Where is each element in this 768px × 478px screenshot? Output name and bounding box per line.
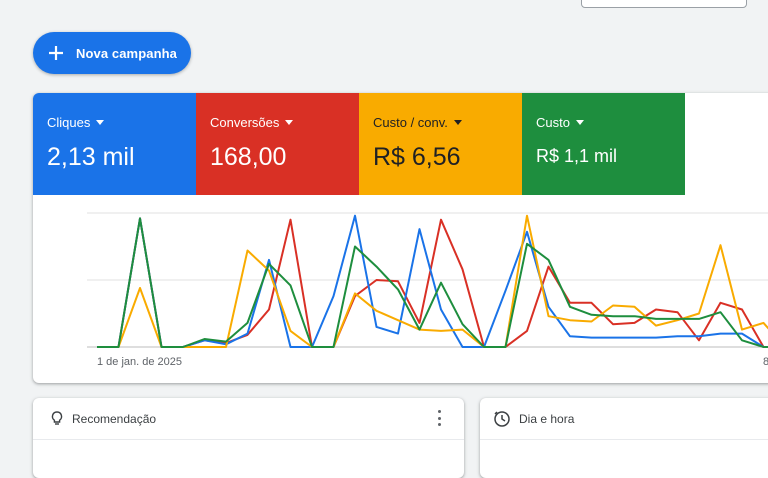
series-line-1 [97,217,768,348]
more-vert-icon[interactable] [436,410,442,426]
plus-icon [47,44,65,62]
recommendation-title: Recomendação [72,412,157,426]
panel-divider [480,439,768,440]
performance-line-chart [87,212,768,348]
panel-divider [33,439,464,440]
series-line-3 [97,217,768,348]
top-selector-box[interactable] [581,0,747,8]
clock-icon [493,410,510,427]
day-hour-panel: Dia e hora [480,398,768,478]
new-campaign-button[interactable]: Nova campanha [33,32,191,74]
lightbulb-icon [49,410,65,426]
x-axis-end-label: 8 [763,356,768,368]
day-hour-title: Dia e hora [519,412,575,426]
performance-card: Cliques 2,13 mil Conversões 168,00 Custo… [33,93,768,383]
recommendation-panel: Recomendação [33,398,464,478]
x-axis-start-label: 1 de jan. de 2025 [97,356,183,368]
series-line-0 [97,214,768,348]
new-campaign-label: Nova campanha [76,45,178,61]
